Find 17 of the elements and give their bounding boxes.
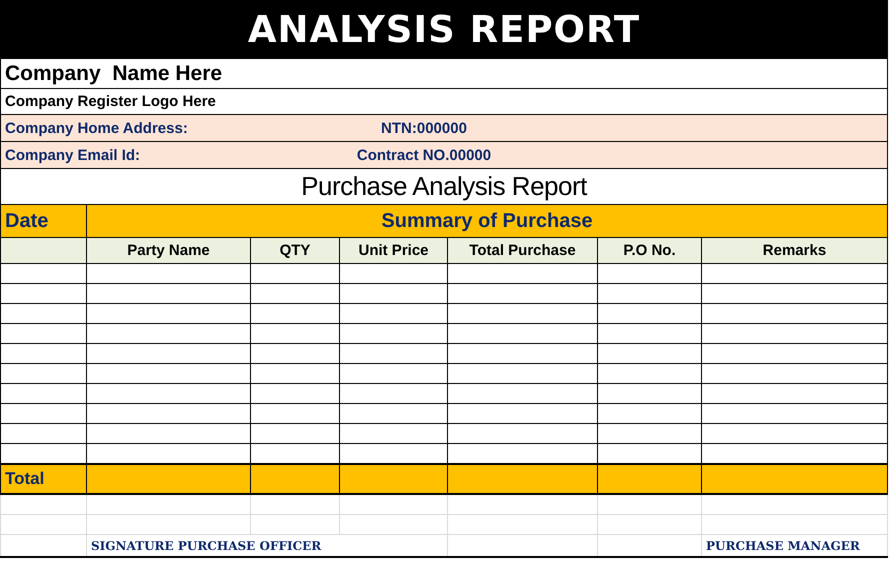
address-label: Company Home Address: <box>0 114 250 142</box>
column-header: Unit Price <box>340 238 448 264</box>
email-label: Company Email Id: <box>0 142 250 168</box>
signature-label: PURCHASE MANAGER <box>702 534 888 557</box>
ntn-value: NTN:000000 <box>250 114 598 142</box>
column-header: QTY <box>250 238 340 264</box>
column-header: Party Name <box>86 238 250 264</box>
date-header: Date <box>0 204 86 238</box>
summary-header: Summary of Purchase <box>86 204 888 238</box>
report-heading: ANALYSIS REPORT <box>0 0 888 58</box>
column-header: P.O No. <box>598 238 702 264</box>
company-name: Company Name Here <box>0 58 888 88</box>
contract-number: Contract NO.00000 <box>250 142 598 168</box>
signature-label: SIGNATURE PURCHASE OFFICER <box>86 534 448 557</box>
column-header: Total Purchase <box>448 238 598 264</box>
total-label: Total <box>0 464 86 494</box>
column-header: Remarks <box>702 238 888 264</box>
